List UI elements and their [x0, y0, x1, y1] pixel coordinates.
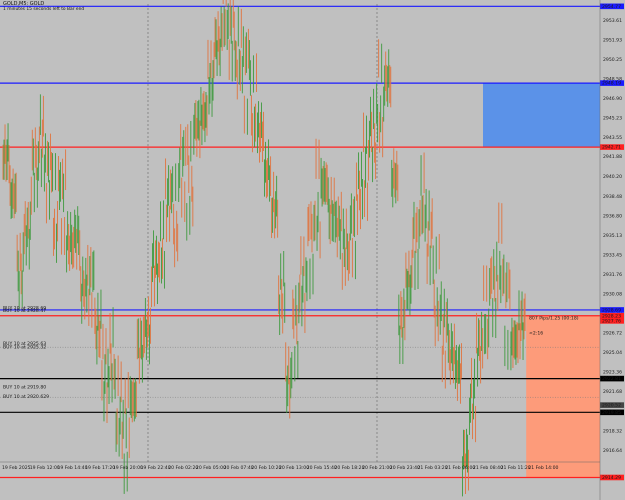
price-tick-label: 2941.88 — [603, 154, 622, 160]
price-tick-label: 2938.48 — [603, 194, 622, 200]
price-tick-label: 2921.68 — [603, 389, 622, 395]
price-tag-label: 2922.81 — [602, 376, 621, 382]
price-tick-label: 2945.23 — [603, 115, 622, 121]
price-tick-label: 2926.72 — [603, 331, 622, 337]
price-tick-label: 2950.25 — [603, 57, 622, 63]
order-label[interactable]: BUY 10 at 2919.80 — [3, 384, 46, 390]
price-tag-label: 2948.19 — [602, 81, 621, 87]
price-tick-label: 2925.04 — [603, 350, 622, 356]
time-tick-label: 20 Feb 10:20 — [251, 465, 281, 471]
price-plot[interactable]: 2953.612951.932950.252948.582946.902945.… — [0, 0, 625, 500]
time-tick-label: 19 Feb 20:00 — [113, 465, 143, 471]
trade-annotation-time: <2:16 — [529, 330, 543, 336]
price-tick-label: 2930.08 — [603, 291, 622, 297]
price-tag-label: 2927.76 — [602, 318, 621, 324]
order-label[interactable]: BUY 10 at 2928.47 — [3, 308, 46, 314]
time-tick-label: 20 Feb 02:20 — [168, 465, 198, 471]
time-tick-label: 20 Feb 07:40 — [224, 465, 254, 471]
time-tick-label: 19 Feb 12:00 — [30, 465, 60, 471]
price-tick-label: 2943.55 — [603, 135, 622, 141]
price-tick-label: 2931.76 — [603, 272, 622, 278]
supply-zone[interactable] — [483, 83, 600, 148]
time-tick-label: 21 Feb 08:40 — [473, 465, 503, 471]
price-tick-label: 2918.32 — [603, 428, 622, 434]
order-label[interactable]: BUY 10 at 2925.32 — [3, 345, 46, 351]
time-tick-label: 21 Feb 11:20 — [501, 465, 531, 471]
price-tick-label: 2916.64 — [603, 448, 622, 454]
trade-annotation-pips: 807 Pips/1.25 (00:18) — [529, 315, 579, 321]
price-tick-label: 2936.80 — [603, 213, 622, 219]
price-tick-label: 2951.93 — [603, 37, 622, 43]
time-tick-label: 20 Feb 21:00 — [362, 465, 392, 471]
time-tick-label: 20 Feb 05:00 — [196, 465, 226, 471]
price-tag-label: 2914.29 — [602, 475, 621, 481]
trading-chart[interactable]: GOLD,M5: GOLD 1 minutes 15 seconds left … — [0, 0, 625, 500]
time-tick-label: 19 Feb 17:20 — [85, 465, 115, 471]
price-tag-label: 2954.77 — [602, 4, 621, 10]
price-tick-label: 2923.36 — [603, 370, 622, 376]
price-tag-label: 2942.71 — [602, 145, 621, 151]
time-tick-label: 21 Feb 14:00 — [528, 465, 558, 471]
time-tick-label: 21 Feb 06:00 — [445, 465, 475, 471]
time-tick-label: 19 Feb 14:40 — [57, 465, 87, 471]
price-tick-label: 2933.45 — [603, 252, 622, 258]
time-tick-label: 20 Feb 18:20 — [334, 465, 364, 471]
order-label[interactable]: BUY 10 at 2920.629 — [3, 394, 49, 400]
price-tick-label: 2953.61 — [603, 18, 622, 24]
time-tick-label: 20 Feb 23:40 — [390, 465, 420, 471]
time-tick-label: 19 Feb 2025 — [2, 465, 31, 471]
price-tick-label: 2935.13 — [603, 233, 622, 239]
price-tag-label: 2920.52 — [602, 403, 621, 409]
price-tag-label: 2919.85 — [602, 410, 621, 416]
time-tick-label: 19 Feb 22:40 — [141, 465, 171, 471]
price-tick-label: 2940.20 — [603, 174, 622, 180]
time-tick-label: 20 Feb 15:40 — [307, 465, 337, 471]
time-tick-label: 20 Feb 13:00 — [279, 465, 309, 471]
time-tick-label: 21 Feb 03:20 — [418, 465, 448, 471]
position-zone[interactable] — [526, 315, 600, 478]
price-tag-label: 2928.69 — [602, 308, 621, 314]
price-tick-label: 2946.90 — [603, 96, 622, 102]
